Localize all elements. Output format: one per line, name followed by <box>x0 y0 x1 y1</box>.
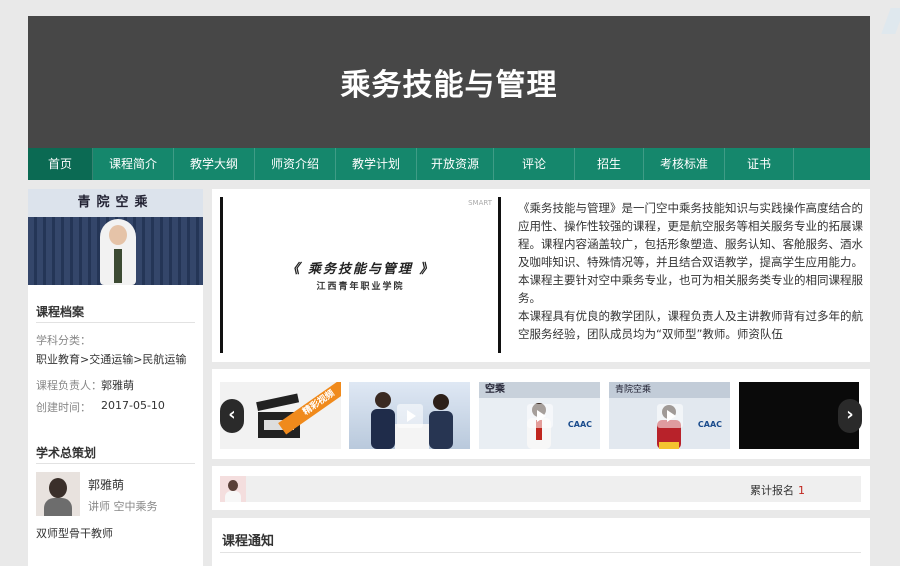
enrollment-number: 1 <box>798 484 805 497</box>
description-paragraph: 本课程具有优良的教学团队，课程负责人及主讲教师背有过多年的航空服务经验，团队成员… <box>518 309 863 341</box>
course-cover-image: 青院空乘 <box>28 189 203 285</box>
learner-avatar[interactable] <box>220 476 246 502</box>
main-nav: 首页 课程简介 教学大纲 师资介绍 教学计划 开放资源 评论 招生 考核标准 证… <box>28 148 870 180</box>
carousel-prev-button[interactable]: ‹ <box>220 399 244 433</box>
subject-value[interactable]: 职业教育>交通运输>民航运输 <box>36 351 186 367</box>
nav-syllabus[interactable]: 教学大纲 <box>174 148 255 180</box>
owner-value: 郭雅萌 <box>101 379 134 392</box>
video-thumbnail[interactable] <box>349 382 470 449</box>
planner-name[interactable]: 郭雅萌 <box>88 476 124 493</box>
video-carousel: 精彩视频 空乘 CAAC 青院空乘 CAAC ‹ › <box>212 369 870 459</box>
caac-logo: CAAC <box>567 420 592 429</box>
planner-title: 学术总策划 <box>36 446 97 460</box>
caac-logo: CAAC <box>697 420 722 429</box>
carousel-next-button[interactable]: › <box>838 399 862 433</box>
created-label: 创建时间： <box>36 401 91 414</box>
enrollment-count: 累计报名 1 <box>750 482 805 498</box>
owner-label: 课程负责人： <box>36 379 102 392</box>
page-corner-decoration <box>881 8 900 34</box>
course-title: 乘务技能与管理 <box>340 68 558 103</box>
enrollment-label: 累计报名 <box>750 484 794 497</box>
subject-label: 学科分类： <box>36 334 91 347</box>
nav-open-resources[interactable]: 开放资源 <box>417 148 494 180</box>
course-notice-panel: 课程通知 <box>212 518 870 566</box>
nav-enrollment[interactable]: 招生 <box>575 148 644 180</box>
intro-video-player[interactable]: SMART 《 乘务技能与管理 》 江西青年职业学院 <box>220 197 501 353</box>
course-sidebar: 青院空乘 课程档案 学科分类： 职业教育>交通运输>民航运输 课程负责人： 郭雅… <box>28 189 203 566</box>
course-intro-panel: SMART 《 乘务技能与管理 》 江西青年职业学院 《乘务技能与管理》是一门空… <box>212 189 870 362</box>
nav-home[interactable]: 首页 <box>28 148 93 180</box>
nav-teachers[interactable]: 师资介绍 <box>255 148 336 180</box>
course-banner: 乘务技能与管理 <box>28 16 870 148</box>
nav-teaching-plan[interactable]: 教学计划 <box>336 148 417 180</box>
play-icon <box>527 404 553 428</box>
created-value: 2017-05-10 <box>101 399 165 412</box>
enrollment-panel: 累计报名 1 <box>212 466 870 510</box>
planner-note: 双师型骨干教师 <box>36 527 113 540</box>
description-paragraph: 《乘务技能与管理》是一门空中乘务技能知识与实践操作高度结合的应用性、操作性较强的… <box>518 201 863 305</box>
video-subtitle: 江西青年职业学院 <box>316 282 405 292</box>
nav-certificate[interactable]: 证书 <box>725 148 794 180</box>
play-icon <box>397 404 423 428</box>
nav-assessment[interactable]: 考核标准 <box>644 148 725 180</box>
nav-comments[interactable]: 评论 <box>494 148 575 180</box>
flight-attendant-figure <box>100 219 136 285</box>
nav-course-intro[interactable]: 课程简介 <box>93 148 174 180</box>
enrollment-bar: 累计报名 1 <box>220 476 861 502</box>
archive-title: 课程档案 <box>36 305 85 319</box>
cover-sign-text: 青院空乘 <box>28 189 203 217</box>
play-icon <box>657 404 683 428</box>
course-description: 《乘务技能与管理》是一门空中乘务技能知识与实践操作高度结合的应用性、操作性较强的… <box>518 199 863 355</box>
video-watermark: SMART <box>468 199 492 207</box>
planner-role: 讲师 空中乘务 <box>88 500 158 513</box>
video-title: 《 乘务技能与管理 》 <box>286 262 435 277</box>
divider <box>220 552 861 553</box>
planner-avatar[interactable] <box>36 472 80 516</box>
notice-title: 课程通知 <box>222 534 275 549</box>
divider <box>36 463 195 464</box>
video-thumbnail[interactable]: 青院空乘 CAAC <box>609 382 730 449</box>
divider <box>36 322 195 323</box>
video-thumbnail[interactable]: 空乘 CAAC <box>479 382 600 449</box>
